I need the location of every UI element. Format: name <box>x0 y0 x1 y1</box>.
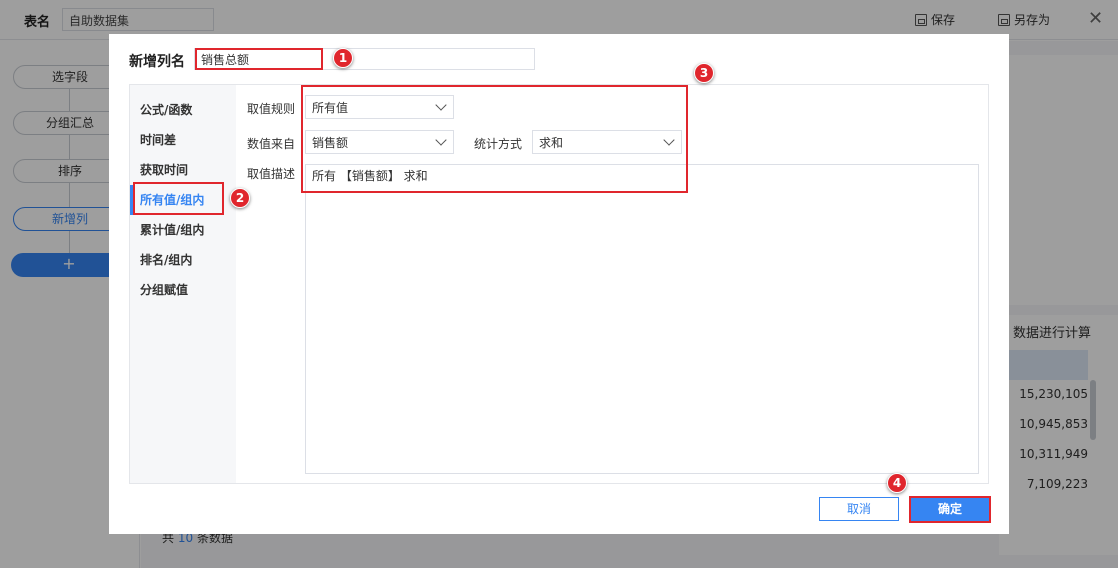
dialog-body: 公式/函数 时间差 获取时间 所有值/组内 累计值/组内 排名/组内 分组赋值 … <box>129 84 989 484</box>
calc-type-nav: 公式/函数 时间差 获取时间 所有值/组内 累计值/组内 排名/组内 分组赋值 <box>130 85 236 483</box>
nav-all-values[interactable]: 所有值/组内 <box>130 185 236 215</box>
nav-get-time[interactable]: 获取时间 <box>130 155 236 185</box>
desc-textarea[interactable]: 所有 【销售额】 求和 <box>305 164 979 474</box>
column-name-input[interactable] <box>194 48 535 70</box>
chevron-down-icon <box>663 134 675 146</box>
source-label: 数值来自 <box>247 137 296 151</box>
stat-label: 统计方式 <box>474 137 523 151</box>
nav-formula[interactable]: 公式/函数 <box>130 95 236 125</box>
step-badge-3: 3 <box>694 63 714 83</box>
source-select[interactable]: 销售额 <box>305 130 454 154</box>
nav-rank[interactable]: 排名/组内 <box>130 245 236 275</box>
rule-label: 取值规则 <box>247 102 296 116</box>
desc-label: 取值描述 <box>247 167 296 181</box>
nav-group-assign[interactable]: 分组赋值 <box>130 275 236 305</box>
confirm-button[interactable]: 确定 <box>910 497 990 521</box>
rule-select[interactable]: 所有值 <box>305 95 454 119</box>
nav-cumulative[interactable]: 累计值/组内 <box>130 215 236 245</box>
chevron-down-icon <box>435 134 447 146</box>
cancel-button[interactable]: 取消 <box>819 497 899 521</box>
step-badge-4: 4 <box>887 473 907 493</box>
step-badge-2: 2 <box>230 188 250 208</box>
step-badge-1: 1 <box>333 48 353 68</box>
new-column-dialog: 新增列名 公式/函数 时间差 获取时间 所有值/组内 累计值/组内 排名/组内 … <box>109 34 1009 534</box>
stat-select[interactable]: 求和 <box>532 130 682 154</box>
chevron-down-icon <box>435 99 447 111</box>
nav-time-diff[interactable]: 时间差 <box>130 125 236 155</box>
column-name-label: 新增列名 <box>129 54 185 70</box>
